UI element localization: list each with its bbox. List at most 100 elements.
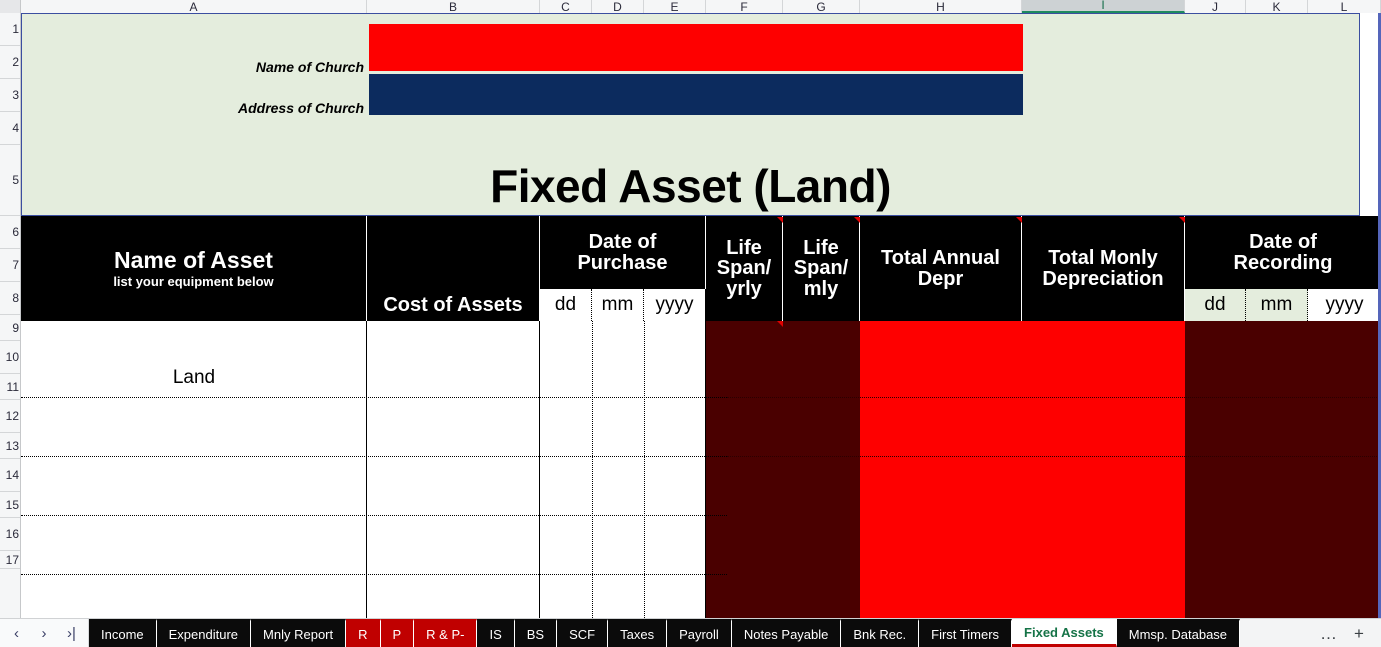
row-header-15[interactable]: 15	[0, 492, 20, 518]
row-header-7[interactable]: 7	[0, 249, 20, 282]
sheet-tab-bar: ‹ › ›| Income Expenditure Mnly Report R P R &…	[0, 618, 1381, 647]
header-date-of-purchase-l2: Purchase	[577, 251, 668, 274]
data-col-date-purchase[interactable]	[540, 321, 706, 628]
sheet-tab-taxes[interactable]: Taxes	[608, 619, 668, 647]
grid-hdot	[727, 456, 1381, 457]
sheet-tab-first-timers[interactable]: First Timers	[919, 619, 1013, 647]
header-purchase-mm: mm	[592, 289, 644, 321]
grid-hdot	[727, 397, 1381, 398]
column-header-h[interactable]: H	[860, 0, 1022, 13]
sheet-tab-is[interactable]: IS	[477, 619, 515, 647]
address-of-church-field[interactable]	[369, 74, 1023, 115]
column-header-c[interactable]: C	[540, 0, 592, 13]
column-header-row: ABCDEFGHIJKL	[0, 0, 1381, 14]
sheet-tab-p[interactable]: P	[380, 619, 415, 647]
add-sheet-icon[interactable]: +	[1354, 625, 1364, 642]
sheet-tab-scf[interactable]: SCF	[557, 619, 609, 647]
row-header-16[interactable]: 16	[0, 518, 20, 551]
data-col-monthly-depr[interactable]	[1022, 321, 1185, 628]
sheet-tab-fixed-assets[interactable]: Fixed Assets	[1012, 619, 1117, 647]
column-header-a[interactable]: A	[21, 0, 367, 13]
sheet-tab-payroll[interactable]: Payroll	[667, 619, 732, 647]
row-header-11[interactable]: 11	[0, 374, 20, 400]
table-header-band: Name of Asset list your equipment below …	[21, 216, 1381, 321]
row-header-9[interactable]: 9	[0, 315, 20, 341]
grid-vdot	[644, 321, 645, 628]
grid-hdot	[21, 456, 727, 457]
row-header-17[interactable]: 17	[0, 551, 20, 569]
header-date-of-purchase: Date of Purchase	[540, 216, 706, 289]
sheet-tab-mmsp-database[interactable]: Mmsp. Database	[1116, 619, 1241, 647]
grid-vline	[705, 321, 706, 628]
row-header-14[interactable]: 14	[0, 459, 20, 492]
prev-sheet-icon[interactable]: ‹	[6, 626, 28, 641]
column-header-j[interactable]: J	[1185, 0, 1246, 13]
sheet-tab-mnly-report[interactable]: Mnly Report	[251, 619, 347, 647]
select-all-corner[interactable]	[0, 0, 21, 13]
row-header-3[interactable]: 3	[0, 79, 20, 112]
cell-asset-name-land[interactable]: Land	[21, 367, 367, 389]
row-header-10[interactable]: 10	[0, 341, 20, 374]
header-name-of-asset-title: Name of Asset	[114, 246, 273, 273]
sheet-tab-r[interactable]: R	[346, 619, 381, 647]
data-col-life-span-yrly[interactable]	[706, 321, 783, 628]
page-title: Fixed Asset (Land)	[490, 160, 891, 212]
sheet-tab-expenditure[interactable]: Expenditure	[156, 619, 252, 647]
sheet-tab-bs[interactable]: BS	[514, 619, 558, 647]
column-header-k[interactable]: K	[1246, 0, 1308, 13]
column-header-l[interactable]: L	[1308, 0, 1381, 13]
data-col-cost[interactable]	[367, 321, 540, 628]
data-col-life-span-mly[interactable]	[783, 321, 860, 628]
row-header-6[interactable]: 6	[0, 216, 20, 249]
row-header-8[interactable]: 8	[0, 282, 20, 315]
row-header-5[interactable]: 5	[0, 145, 20, 216]
grid-hdot	[21, 515, 727, 516]
header-cost-of-assets: Cost of Assets	[367, 216, 540, 321]
header-recording-yyyy: yyyy	[1308, 289, 1381, 321]
column-header-d[interactable]: D	[592, 0, 644, 13]
column-header-f[interactable]: F	[706, 0, 783, 13]
grid-hdot	[21, 397, 727, 398]
header-total-annual-depr-l2: Depr	[917, 267, 964, 290]
header-date-of-recording: Date of Recording	[1185, 216, 1381, 289]
header-life-span-monthly: Life Span/ mly	[783, 216, 860, 321]
sheet-tab-r-p[interactable]: R & P-	[414, 619, 478, 647]
column-header-e[interactable]: E	[644, 0, 706, 13]
row-header-12[interactable]: 12	[0, 400, 20, 433]
last-sheet-icon[interactable]: ›|	[61, 626, 83, 641]
column-header-i[interactable]: I	[1022, 0, 1185, 13]
address-of-church-label: Address of Church	[237, 100, 364, 116]
data-col-date-recording[interactable]	[1185, 321, 1381, 628]
grid-vline	[539, 321, 540, 628]
grid-hdot	[21, 574, 727, 575]
header-cost-of-assets-title: Cost of Assets	[383, 293, 523, 316]
sheet-tab-notes-payable[interactable]: Notes Payable	[731, 619, 842, 647]
name-of-church-field[interactable]	[369, 24, 1023, 71]
column-header-b[interactable]: B	[367, 0, 540, 13]
header-life-span-yearly-l1: Life	[726, 236, 762, 259]
header-date-of-recording-l2: Recording	[1233, 251, 1333, 274]
header-recording-dd: dd	[1185, 289, 1246, 321]
sheet-tabs: Income Expenditure Mnly Report R P R & P- IS BS…	[89, 619, 1303, 647]
header-total-monthly-depr: Total Monly Depreciation	[1022, 216, 1185, 321]
sheet-tab-income[interactable]: Income	[89, 619, 157, 647]
header-purchase-yyyy: yyyy	[644, 289, 706, 321]
column-header-g[interactable]: G	[783, 0, 860, 13]
row-header-2[interactable]: 2	[0, 46, 20, 79]
header-life-span-yearly-l3: yrly	[726, 277, 762, 300]
row-header-1[interactable]: 1	[0, 13, 20, 46]
row-header-column: 1 2 3 4 5 6 7 8 9 10 11 12 13 14 15 16 17	[0, 13, 21, 628]
next-sheet-icon[interactable]: ›	[33, 626, 55, 641]
data-col-annual-depr[interactable]	[860, 321, 1022, 628]
header-recording-mm: mm	[1246, 289, 1308, 321]
row-header-4[interactable]: 4	[0, 112, 20, 145]
sheet-nav-buttons: ‹ › ›|	[0, 619, 89, 647]
row-header-13[interactable]: 13	[0, 433, 20, 459]
grid-vdot	[592, 321, 593, 628]
sheet-tab-tools: … +	[1303, 619, 1381, 647]
name-of-church-label: Name of Church	[255, 59, 364, 75]
sheet-tab-bnk-rec[interactable]: Bnk Rec.	[841, 619, 920, 647]
header-total-annual-depr-l1: Total Annual	[881, 247, 1000, 270]
more-sheets-icon[interactable]: …	[1320, 625, 1337, 642]
header-life-span-monthly-l2: Span/	[793, 257, 849, 280]
